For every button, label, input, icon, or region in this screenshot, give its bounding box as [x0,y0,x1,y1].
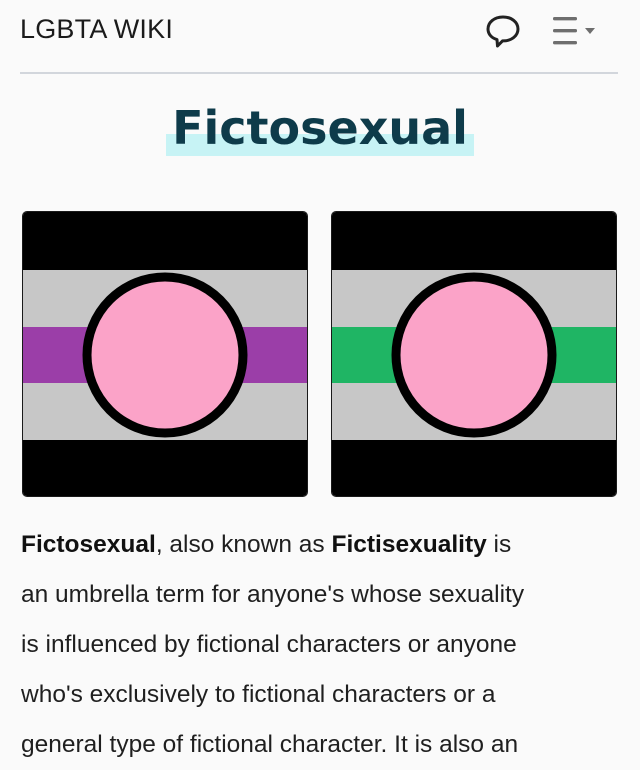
article-line: Fictosexual, also known as Fictisexualit… [21,531,512,558]
menu-icon[interactable] [551,14,597,48]
title-container: Fictosexual [0,98,640,156]
flag-stripe-top [23,212,307,270]
fictosexual-flag-purple[interactable] [22,211,308,497]
page-title: Fictosexual [166,98,474,156]
article-line: who's exclusively to fictional character… [21,681,496,708]
chat-bubble-icon[interactable] [484,12,522,50]
term-fictosexual: Fictosexual [21,531,156,558]
article-line: an umbrella term for anyone's whose sexu… [21,581,525,608]
site-name[interactable]: LGBTA WIKI [20,14,173,45]
flag-stripe-bottom [23,440,307,496]
chevron-down-icon [585,28,595,34]
term-fictisexuality: Fictisexuality [331,531,487,558]
site-header: LGBTA WIKI [20,0,618,74]
article-line: is influenced by fictional characters or… [21,631,517,658]
fictosexual-flag-green[interactable] [331,211,617,497]
article-line: general type of fictional character. It … [21,731,519,758]
flag-stripe-top [332,212,616,270]
article-body: Fictosexual, also known as Fictisexualit… [21,520,621,770]
flag-stripe-bottom [332,440,616,496]
